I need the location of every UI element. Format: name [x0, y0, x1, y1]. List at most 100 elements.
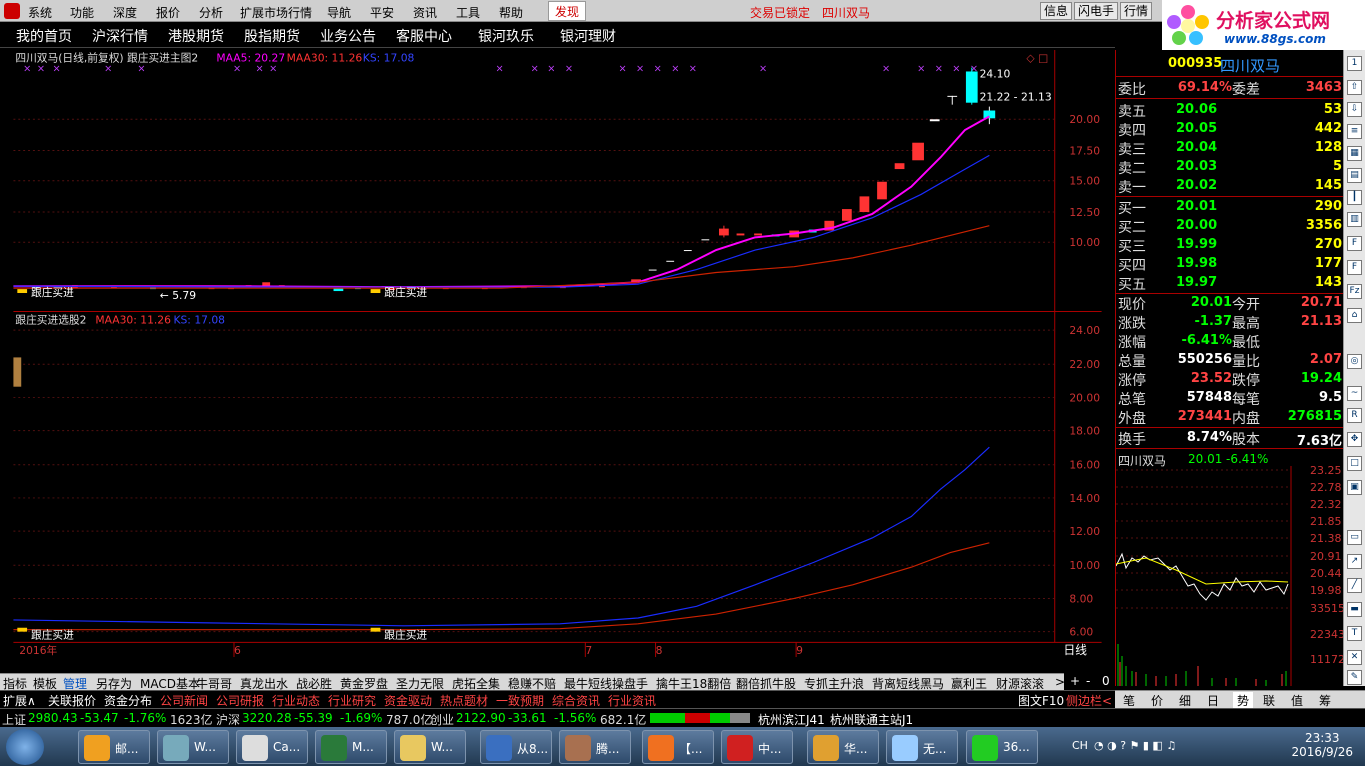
flow-icon[interactable]: ~ [1347, 386, 1362, 401]
tab-expand[interactable]: 扩展∧ [3, 692, 36, 709]
taskbar-item[interactable]: W... [157, 730, 229, 764]
flash-trade-button[interactable]: 闪电手 [1074, 2, 1119, 20]
zoom-in-button[interactable]: + [1070, 674, 1080, 688]
arrow-up-icon[interactable]: ⇧ [1347, 80, 1362, 95]
language-indicator[interactable]: CH [1072, 739, 1088, 752]
square-icon[interactable]: □ [1347, 456, 1362, 471]
tab-related-quotes[interactable]: 关联报价 [48, 692, 96, 709]
bar-chart-icon[interactable]: ▥ [1347, 212, 1362, 227]
clock-date: 2016/9/26 [1291, 745, 1353, 759]
f-chart-icon[interactable]: F [1347, 260, 1362, 275]
market-button[interactable]: 行情 [1120, 2, 1153, 20]
nav-service-center[interactable]: 客服中心 [396, 26, 452, 46]
select-icon[interactable]: ▣ [1347, 480, 1362, 495]
server-1[interactable]: 杭州滨江J41 [758, 711, 825, 728]
tab-detail[interactable]: 细 [1179, 692, 1191, 709]
intraday-mini-chart[interactable]: 23.25 22.78 22.32 21.85 21.38 20.91 20.4… [1116, 466, 1344, 686]
tab-f10[interactable]: 图文F10 [1018, 692, 1064, 709]
tab-chips[interactable]: 筹 [1319, 692, 1331, 709]
brand-title: 分析家公式网 [1216, 10, 1331, 32]
tab-fund-distribution[interactable]: 资金分布 [104, 692, 152, 709]
nav-hk-futures[interactable]: 港股期货 [168, 26, 224, 46]
fz-icon[interactable]: Fz [1347, 284, 1362, 299]
tab-linked[interactable]: 联 [1263, 692, 1275, 709]
taskbar-item[interactable]: 36... [966, 730, 1038, 764]
kline-icon[interactable]: ┃ [1347, 190, 1362, 205]
collapse-handle[interactable] [13, 357, 22, 387]
tab-ticks[interactable]: 笔 [1123, 692, 1135, 709]
menu-pingan[interactable]: 平安 [370, 4, 394, 21]
tab-fund-driven[interactable]: 资金驱动 [384, 692, 432, 709]
taskbar-item[interactable]: 无... [886, 730, 958, 764]
chart-controls-icon[interactable]: ◇ □ [1026, 52, 1048, 65]
tray-icons[interactable]: ◔ ◑ ? ⚑ ▮ ◧ ♫ [1094, 739, 1176, 752]
server-2[interactable]: 杭州联通主站J1 [830, 711, 913, 728]
tab-sidebar[interactable]: 侧边栏< [1066, 692, 1112, 709]
menu-help[interactable]: 帮助 [499, 4, 523, 21]
start-button-icon[interactable] [6, 729, 44, 765]
nav-hs-market[interactable]: 沪深行情 [92, 26, 148, 46]
ruler-icon[interactable]: ▬ [1347, 602, 1362, 617]
tab-sector-news[interactable]: 行业资讯 [608, 692, 656, 709]
table-icon[interactable]: ▤ [1347, 168, 1362, 183]
taskbar-item[interactable]: 【... [642, 730, 714, 764]
zoom-out-button[interactable]: - [1086, 674, 1090, 688]
kline-chart[interactable]: 四川双马(日线,前复权) 跟庄买进主图2 MAA5: 20.27 MAA30: … [0, 50, 1115, 658]
zoom-reset-button[interactable]: 0 [1102, 674, 1110, 688]
tab-general-news[interactable]: 综合资讯 [552, 692, 600, 709]
tab-company-research[interactable]: 公司研报 [216, 692, 264, 709]
tab-value[interactable]: 值 [1291, 692, 1303, 709]
tab-company-news[interactable]: 公司新闻 [160, 692, 208, 709]
tab-price[interactable]: 价 [1151, 692, 1163, 709]
page-icon[interactable]: ▭ [1347, 530, 1362, 545]
line-icon[interactable]: ╱ [1347, 578, 1362, 593]
rsi-icon[interactable]: R [1347, 408, 1362, 423]
system-clock[interactable]: 23:33 2016/9/26 [1291, 731, 1353, 759]
trend-icon[interactable]: ↗ [1347, 554, 1362, 569]
pen-icon[interactable]: ✎ [1347, 670, 1362, 685]
tab-industry-news[interactable]: 行业动态 [272, 692, 320, 709]
menu-quote[interactable]: 报价 [156, 4, 180, 21]
menu-system[interactable]: 系统 [28, 4, 52, 21]
eraser-icon[interactable]: ✕ [1347, 650, 1362, 665]
menu-navigate[interactable]: 导航 [327, 4, 351, 21]
period-label[interactable]: 日线 [1064, 643, 1088, 657]
nav-home[interactable]: 我的首页 [16, 26, 72, 46]
taskbar-item[interactable]: 邮... [78, 730, 150, 764]
nav-announcements[interactable]: 业务公告 [320, 26, 376, 46]
taskbar-item[interactable]: Ca... [236, 730, 308, 764]
date-year-label: 2016年 [19, 644, 57, 657]
tab-trend[interactable]: 势 [1233, 692, 1254, 709]
taskbar-item[interactable]: 中... [721, 730, 793, 764]
taskbar-item[interactable]: 华... [807, 730, 879, 764]
list-icon[interactable]: ≡ [1347, 124, 1362, 139]
text-icon[interactable]: T [1347, 626, 1362, 641]
menu-function[interactable]: 功能 [70, 4, 94, 21]
tab-hot-topics[interactable]: 热点题材 [440, 692, 488, 709]
tab-daily[interactable]: 日 [1207, 692, 1219, 709]
menu-depth[interactable]: 深度 [113, 4, 137, 21]
taskbar-item[interactable]: 从8... [480, 730, 552, 764]
tool-icon[interactable]: ⌂ [1347, 308, 1362, 323]
tab-consensus[interactable]: 一致预期 [496, 692, 544, 709]
menu-tools[interactable]: 工具 [456, 4, 480, 21]
f10-icon[interactable]: F [1347, 236, 1362, 251]
info-button[interactable]: 信息 [1040, 2, 1073, 20]
taskbar-item[interactable]: M... [315, 730, 387, 764]
grid-icon[interactable]: ▦ [1347, 146, 1362, 161]
menu-analysis[interactable]: 分析 [199, 4, 223, 21]
taskbar-item[interactable]: W... [394, 730, 466, 764]
zoom-icon[interactable]: ◎ [1347, 354, 1362, 369]
menu-discover[interactable]: 发现 [548, 1, 587, 21]
nav-yinhe-jiule[interactable]: 银河玖乐 [478, 26, 534, 46]
date-month-label: 8 [656, 644, 663, 657]
taskbar-item[interactable]: 腾... [559, 730, 631, 764]
tool-1-icon[interactable]: 1 [1347, 56, 1362, 71]
arrow-down-icon[interactable]: ⇩ [1347, 102, 1362, 117]
menu-extended-market[interactable]: 扩展市场行情 [240, 4, 312, 21]
menu-news[interactable]: 资讯 [413, 4, 437, 21]
crosshair-icon[interactable]: ✥ [1347, 432, 1362, 447]
nav-yinhe-finance[interactable]: 银河理财 [560, 26, 616, 46]
nav-index-futures[interactable]: 股指期货 [244, 26, 300, 46]
tab-industry-research[interactable]: 行业研究 [328, 692, 376, 709]
